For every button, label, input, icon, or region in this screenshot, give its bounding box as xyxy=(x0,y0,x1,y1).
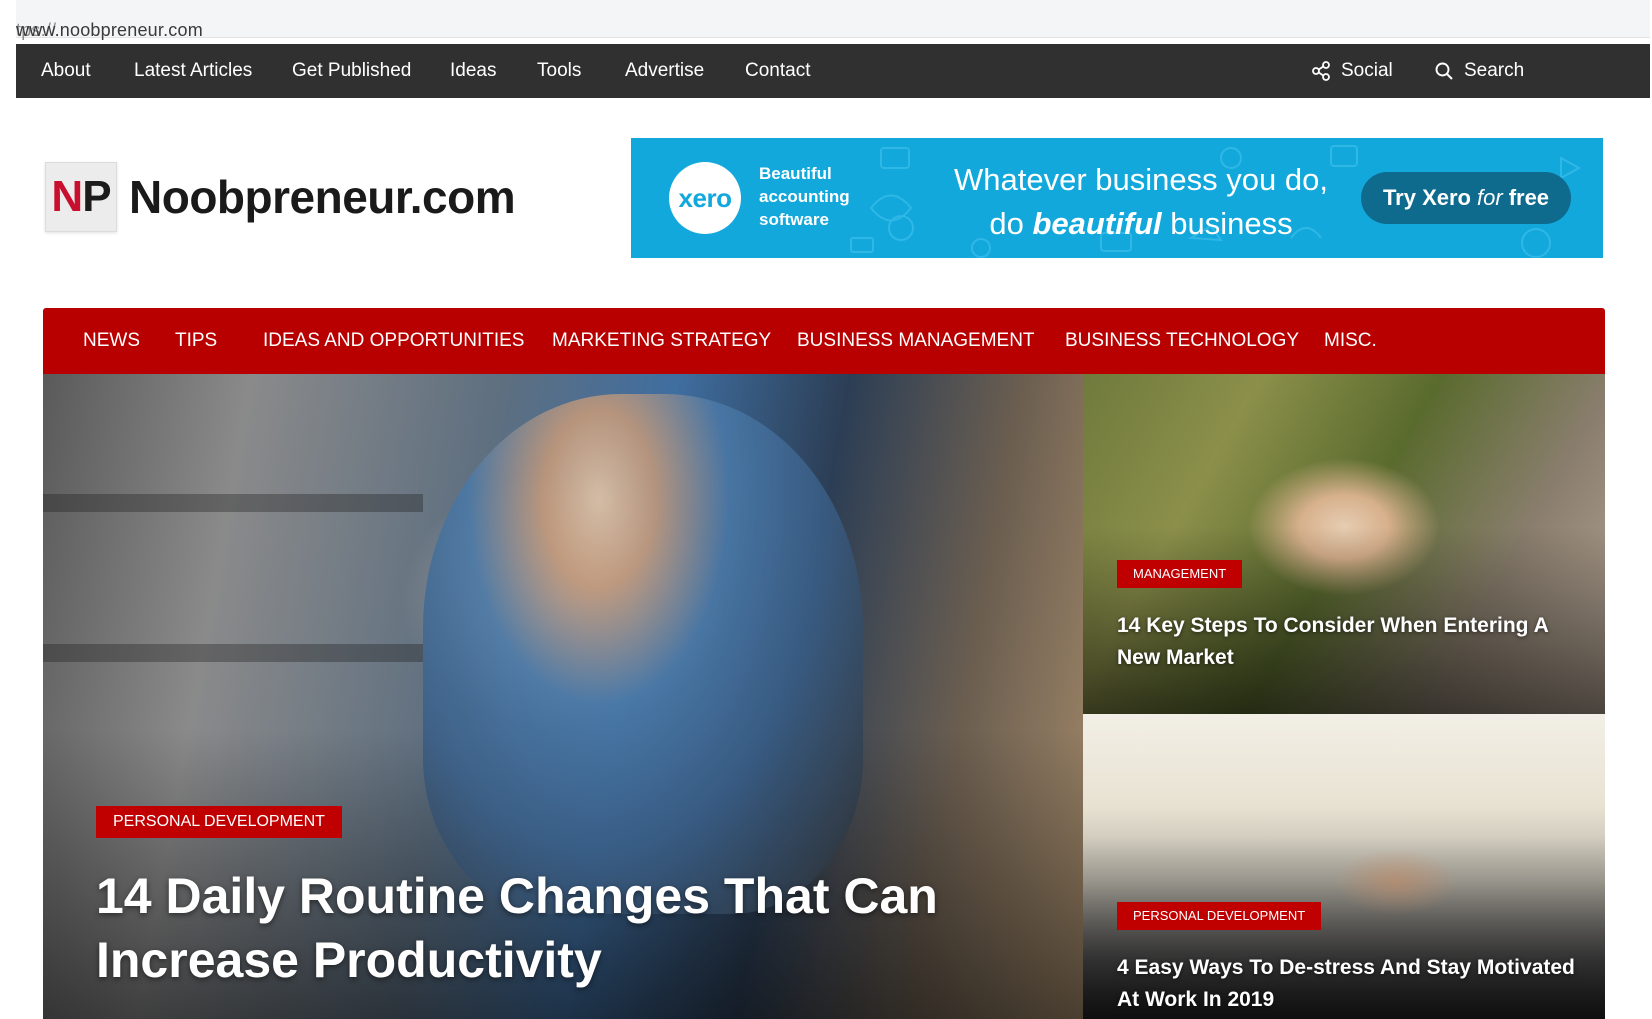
featured-article-category[interactable]: PERSONAL DEVELOPMENT xyxy=(96,806,342,838)
social-label: Social xyxy=(1341,60,1393,81)
category-item-business-management[interactable]: BUSINESS MANAGEMENT xyxy=(797,330,1035,352)
topnav-item-tools[interactable]: Tools xyxy=(537,60,581,82)
topnav-item-ideas[interactable]: Ideas xyxy=(450,60,496,82)
try-xero-button[interactable]: Try Xero for free xyxy=(1361,172,1571,224)
topnav-item-about[interactable]: About xyxy=(41,60,91,82)
address-bar[interactable]: tps://www.noobpreneur.com xyxy=(16,0,1650,40)
ad-headline: Whatever business you do, do beautiful b… xyxy=(954,162,1328,241)
topnav-item-get-published[interactable]: Get Published xyxy=(292,60,411,82)
side-article-category[interactable]: MANAGEMENT xyxy=(1117,560,1243,588)
social-menu-button[interactable]: Social xyxy=(1311,60,1393,82)
url-host: www.noobpreneur.com xyxy=(16,20,203,40)
hero-image-person xyxy=(423,394,863,914)
site-logo[interactable]: NP Noobpreneur.com xyxy=(45,162,516,232)
category-item-news[interactable]: NEWS xyxy=(83,330,140,352)
category-navigation: NEWS TIPS IDEAS AND OPPORTUNITIES MARKET… xyxy=(43,308,1605,374)
xero-ad-banner[interactable]: xero Beautiful accounting software Whate… xyxy=(631,138,1603,258)
top-navigation: About Latest Articles Get Published Idea… xyxy=(16,44,1650,98)
topnav-item-advertise[interactable]: Advertise xyxy=(625,60,704,82)
category-item-business-technology[interactable]: BUSINESS TECHNOLOGY xyxy=(1065,330,1299,352)
category-item-ideas-and-opportunities[interactable]: IDEAS AND OPPORTUNITIES xyxy=(263,330,524,352)
side-article-1[interactable]: MANAGEMENT 14 Key Steps To Consider When… xyxy=(1083,374,1605,714)
featured-article-title[interactable]: 14 Daily Routine Changes That Can Increa… xyxy=(96,864,996,992)
side-article-category[interactable]: PERSONAL DEVELOPMENT xyxy=(1117,902,1322,930)
side-article-2[interactable]: PERSONAL DEVELOPMENT 4 Easy Ways To De-s… xyxy=(1083,714,1605,1019)
topnav-item-contact[interactable]: Contact xyxy=(745,60,810,82)
ad-tagline: Beautiful accounting software xyxy=(759,164,850,229)
category-item-tips[interactable]: TIPS xyxy=(175,330,217,352)
site-name: Noobpreneur.com xyxy=(129,171,516,223)
hero-image-shelf xyxy=(43,644,423,662)
search-button[interactable]: Search xyxy=(1434,60,1524,82)
category-item-marketing-strategy[interactable]: MARKETING STRATEGY xyxy=(552,330,771,352)
side-article-title[interactable]: 14 Key Steps To Consider When Entering A… xyxy=(1117,610,1577,674)
search-label: Search xyxy=(1464,60,1525,81)
category-item-misc[interactable]: MISC. xyxy=(1324,330,1377,352)
hero-image-shelf xyxy=(43,494,423,512)
topnav-item-latest-articles[interactable]: Latest Articles xyxy=(134,60,252,82)
search-icon xyxy=(1434,61,1454,81)
xero-logo: xero xyxy=(669,162,741,234)
logo-mark: NP xyxy=(45,162,117,232)
share-icon xyxy=(1311,61,1331,81)
side-article-title[interactable]: 4 Easy Ways To De-stress And Stay Motiva… xyxy=(1117,952,1577,1016)
featured-article[interactable]: PERSONAL DEVELOPMENT 14 Daily Routine Ch… xyxy=(43,374,1083,1019)
